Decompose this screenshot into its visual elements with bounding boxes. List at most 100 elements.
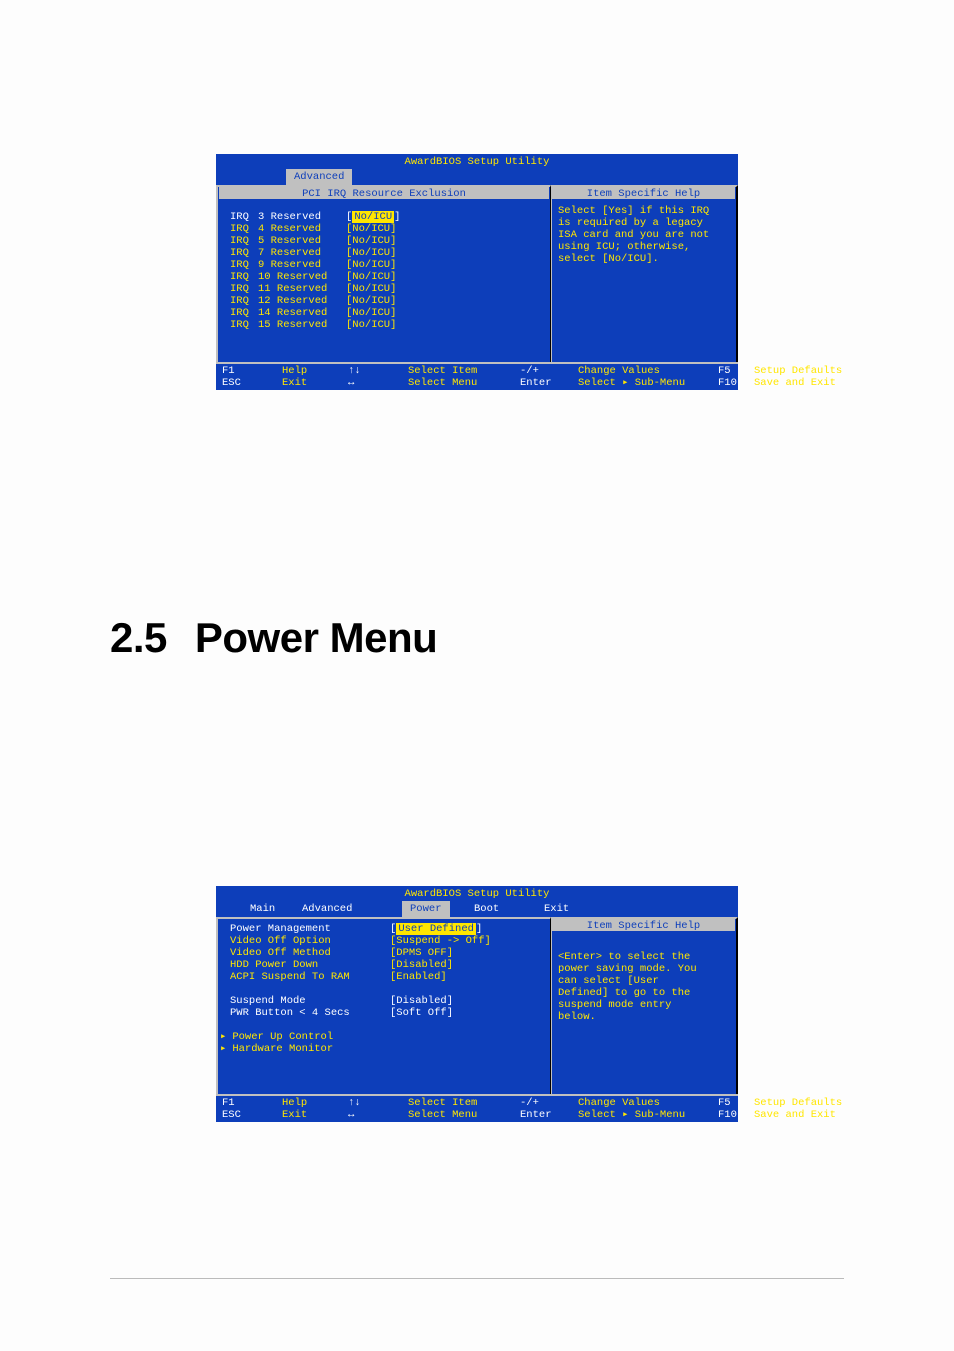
footer-text: Help [282,365,336,377]
setting-label: HDD Power Down [230,959,390,971]
irq-label: IRQ [230,271,258,283]
irq-name: 3 Reserved [258,211,346,223]
help-line: can select [User [558,975,730,987]
setting-row: Video Off Option[Suspend -> Off] [230,935,550,947]
bios-body: PCI IRQ Resource Exclusion IRQ3 Reserved… [216,185,738,362]
spacer [558,937,730,951]
footer-key: Enter [520,377,572,389]
irq-label: IRQ [230,247,258,259]
setting-row: PWR Button < 4 Secs[Soft Off] [230,1007,550,1019]
footer-key: F1 [222,365,276,377]
bios-footer: F1Help↑↓Select Item-/+Change ValuesF5Set… [216,364,738,390]
irq-label: IRQ [230,283,258,295]
irq-label: IRQ [230,259,258,271]
setting-label: Video Off Method [230,947,390,959]
tab-power: Power [402,901,450,917]
irq-row: IRQ9 Reserved[No/ICU] [230,259,550,271]
setting-value: [Suspend -> Off] [390,935,491,947]
irq-value: [No/ICU] [346,319,396,331]
section-title: Power Menu [195,614,437,661]
submenu-row: ▸ Hardware Monitor [220,1043,550,1055]
tab-advanced: Advanced [294,901,360,917]
footer-text: Select Item [408,365,508,377]
section-heading: 2.5Power Menu [110,614,437,662]
setting-row: Video Off Method[DPMS OFF] [230,947,550,959]
footer-key: ESC [222,377,276,389]
panel-body-right: Select [Yes] if this IRQis required by a… [552,201,736,265]
footer-key: Enter [520,1109,572,1121]
irq-row: IRQ3 Reserved[No/ICU] [230,211,550,223]
submenu-arrow-icon: ▸ [220,1031,226,1043]
footer-text: Select Menu [408,377,508,389]
footer-row: ESC Exit ↔ Select Menu Enter Select ▸ Sub-Men… [222,377,734,389]
footer-text: Exit [282,377,336,389]
help-line: power saving mode. You [558,963,730,975]
setting-row: HDD Power Down[Disabled] [230,959,550,971]
panel-title-left: PCI IRQ Resource Exclusion [218,187,550,201]
irq-name: 5 Reserved [258,235,346,247]
irq-row: IRQ7 Reserved[No/ICU] [230,247,550,259]
footer-key: -/+ [520,365,572,377]
bios-tab-row: Main Advanced Power Boot Exit [216,901,738,917]
irq-label: IRQ [230,211,258,223]
footer-text: Select ▸ Sub-Menu [578,377,706,389]
footer-key: F5 [718,365,748,377]
panel-body-left: IRQ3 Reserved[No/ICU]IRQ4 Reserved[No/IC… [218,201,550,331]
irq-value: [No/ICU] [346,247,396,259]
footer-key: F10 [718,377,748,389]
bios-screenshot-1: AwardBIOS Setup Utility Advanced PCI IRQ… [216,154,738,402]
help-line: below. [558,1011,730,1023]
bios-footer: F1Help↑↓Select Item-/+Change ValuesF5Set… [216,1096,738,1122]
tab-boot: Boot [466,901,507,917]
submenu-row: ▸Power Up Control [220,1031,550,1043]
panel-title-right: Item Specific Help [552,919,736,933]
setting-label: Power Management [230,923,390,935]
submenu-label: Hardware Monitor [232,1043,333,1055]
footer-text: Change Values [578,365,706,377]
tab-advanced: Advanced [286,169,352,185]
footer-key: -/+ [520,1097,572,1109]
footer-key: ↔ [348,1109,402,1121]
irq-name: 11 Reserved [258,283,346,295]
footer-text: Setup Defaults [754,1097,858,1109]
irq-row: IRQ5 Reserved[No/ICU] [230,235,550,247]
setting-row: ACPI Suspend To RAM[Enabled] [230,971,550,983]
irq-label: IRQ [230,307,258,319]
bios-body: Power Management[User Defined]Video Off … [216,917,738,1094]
setting-value: [Disabled] [390,995,453,1007]
footer-row: F1Help↑↓Select Item-/+Change ValuesF5Set… [222,365,734,377]
panel-body-right: <Enter> to select thepower saving mode. … [552,933,736,1023]
irq-label: IRQ [230,319,258,331]
irq-value: [No/ICU] [346,259,396,271]
irq-row: IRQ4 Reserved[No/ICU] [230,223,550,235]
submenu-arrow-icon: ▸ [220,1043,226,1055]
footer-text: Select Item [408,1097,508,1109]
footer-key: F5 [718,1097,748,1109]
panel-left: Power Management[User Defined]Video Off … [216,917,551,1094]
panel-right: Item Specific Help Select [Yes] if this … [551,185,738,362]
setting-row: Suspend Mode[Disabled] [230,995,550,1007]
irq-value: [No/ICU] [346,307,396,319]
bios-title: AwardBIOS Setup Utility [216,154,738,169]
footer-key: ↔ [348,377,402,389]
irq-row: IRQ10 Reserved[No/ICU] [230,271,550,283]
bios-screenshot-2: AwardBIOS Setup Utility Main Advanced Po… [216,886,738,1134]
irq-name: 15 Reserved [258,319,346,331]
footer-row: ESCExit↔Select MenuEnterSelect ▸ Sub-Men… [222,1109,734,1121]
tab-main: Main [242,901,283,917]
irq-value: [No/ICU] [346,295,396,307]
footer-text: Select ▸ Sub-Menu [578,1109,706,1121]
footer-text: Exit [282,1109,336,1121]
panel-body-left: Power Management[User Defined]Video Off … [218,919,550,1055]
spacer [230,1019,550,1031]
footer-text: Save and Exit [754,1109,858,1121]
page-bottom-rule [110,1278,844,1279]
help-line: select [No/ICU]. [558,253,730,265]
setting-row: Power Management[User Defined] [230,923,550,935]
irq-name: 9 Reserved [258,259,346,271]
irq-label: IRQ [230,235,258,247]
panel-left: PCI IRQ Resource Exclusion IRQ3 Reserved… [216,185,551,362]
footer-text: Save and Exit [754,377,858,389]
help-line: <Enter> to select the [558,951,730,963]
help-line: suspend mode entry [558,999,730,1011]
